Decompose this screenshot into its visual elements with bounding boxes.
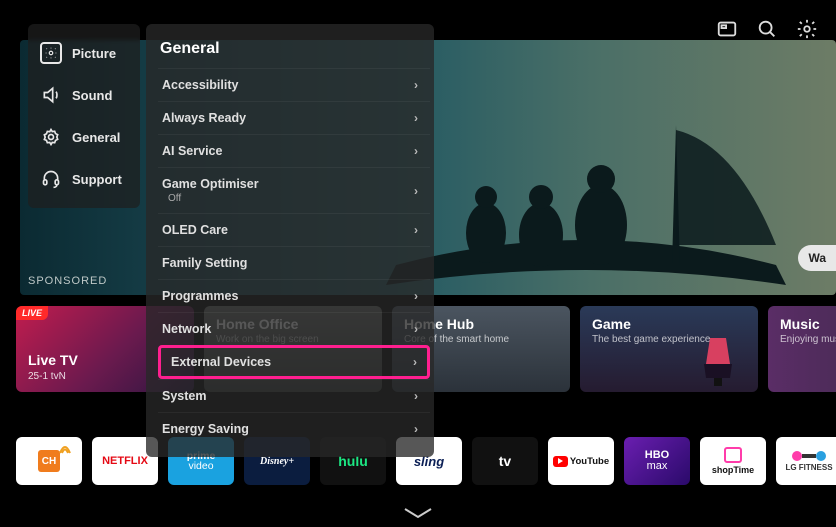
- app-label: tv: [499, 453, 511, 469]
- item-sublabel: Off: [168, 193, 259, 204]
- app-youtube[interactable]: YouTube: [548, 437, 614, 485]
- app-lg-fitness[interactable]: LG FITNESS: [776, 437, 836, 485]
- category-label: Picture: [72, 46, 116, 61]
- item-label: Network: [162, 322, 211, 336]
- gear-icon: [40, 126, 62, 148]
- shopping-bag-icon: [724, 447, 742, 463]
- item-label: External Devices: [171, 355, 271, 369]
- watch-now-button[interactable]: Wa: [798, 245, 836, 271]
- card-music[interactable]: Music Enjoying music on TV: [768, 306, 836, 392]
- brightness-icon: [40, 42, 62, 64]
- app-label: LG FITNESS: [785, 463, 832, 472]
- category-label: Sound: [72, 88, 112, 103]
- subpanel-title: General: [158, 36, 430, 68]
- app-label: Disney+: [260, 456, 294, 467]
- top-bar: [716, 18, 818, 40]
- settings-item-game-optimiser[interactable]: Game Optimiser Off ›: [158, 167, 430, 213]
- search-icon[interactable]: [756, 18, 778, 40]
- category-support[interactable]: Support: [38, 158, 126, 200]
- item-label: OLED Care: [162, 223, 228, 237]
- chevron-right-icon: ›: [414, 223, 418, 237]
- card-title: Music: [780, 316, 836, 332]
- settings-item-accessibility[interactable]: Accessibility ›: [158, 68, 430, 101]
- settings-item-oled-care[interactable]: OLED Care ›: [158, 213, 430, 246]
- chevron-right-icon: ›: [414, 322, 418, 336]
- settings-item-always-ready[interactable]: Always Ready ›: [158, 101, 430, 134]
- app-label-bottom: max: [647, 460, 668, 472]
- chevron-right-icon: ›: [413, 355, 417, 369]
- settings-icon[interactable]: [796, 18, 818, 40]
- sound-icon: [40, 84, 62, 106]
- app-label-bottom: video: [188, 461, 213, 472]
- settings-overlay: Picture Sound General Support General Ac…: [28, 24, 434, 457]
- category-label: Support: [72, 172, 122, 187]
- chevron-right-icon: ›: [414, 144, 418, 158]
- settings-item-external-devices[interactable]: External Devices ›: [158, 345, 430, 379]
- card-subtitle: Enjoying music on TV: [780, 334, 836, 345]
- item-label: System: [162, 389, 206, 403]
- category-label: General: [72, 130, 120, 145]
- item-label: Always Ready: [162, 111, 246, 125]
- settings-item-energy-saving[interactable]: Energy Saving ›: [158, 412, 430, 445]
- app-label: YouTube: [570, 456, 609, 467]
- chevron-right-icon: ›: [414, 78, 418, 92]
- expand-down-chevron-icon[interactable]: [401, 505, 435, 521]
- category-sound[interactable]: Sound: [38, 74, 126, 116]
- chevron-right-icon: ›: [414, 389, 418, 403]
- youtube-play-icon: [553, 456, 568, 467]
- item-label: Game Optimiser Off: [162, 177, 259, 204]
- chevron-right-icon: ›: [414, 422, 418, 436]
- settings-item-programmes[interactable]: Programmes ›: [158, 279, 430, 312]
- item-label: AI Service: [162, 144, 222, 158]
- settings-categories: Picture Sound General Support: [28, 24, 140, 208]
- settings-item-ai-service[interactable]: AI Service ›: [158, 134, 430, 167]
- settings-subpanel: General Accessibility › Always Ready › A…: [146, 24, 434, 457]
- card-game[interactable]: Game The best game experience: [580, 306, 758, 392]
- app-shop-time[interactable]: shopTime: [700, 437, 766, 485]
- app-apple-tv[interactable]: tv: [472, 437, 538, 485]
- chevron-right-icon: ›: [414, 111, 418, 125]
- gaming-chair-icon: [688, 328, 748, 388]
- app-label: shopTime: [712, 465, 754, 475]
- support-icon: [40, 168, 62, 190]
- item-label: Energy Saving: [162, 422, 249, 436]
- settings-item-system[interactable]: System ›: [158, 379, 430, 412]
- dumbbell-icon: [792, 451, 826, 461]
- item-label: Accessibility: [162, 78, 238, 92]
- settings-item-network[interactable]: Network ›: [158, 312, 430, 345]
- dashboard-icon[interactable]: [716, 18, 738, 40]
- settings-item-family-setting[interactable]: Family Setting: [158, 246, 430, 279]
- chevron-right-icon: ›: [414, 184, 418, 198]
- chevron-right-icon: ›: [414, 289, 418, 303]
- app-hbo-max[interactable]: HBOmax: [624, 437, 690, 485]
- category-general[interactable]: General: [38, 116, 126, 158]
- item-label: Family Setting: [162, 256, 247, 270]
- category-picture[interactable]: Picture: [38, 32, 126, 74]
- item-label: Programmes: [162, 289, 238, 303]
- hero-artwork: [376, 85, 796, 295]
